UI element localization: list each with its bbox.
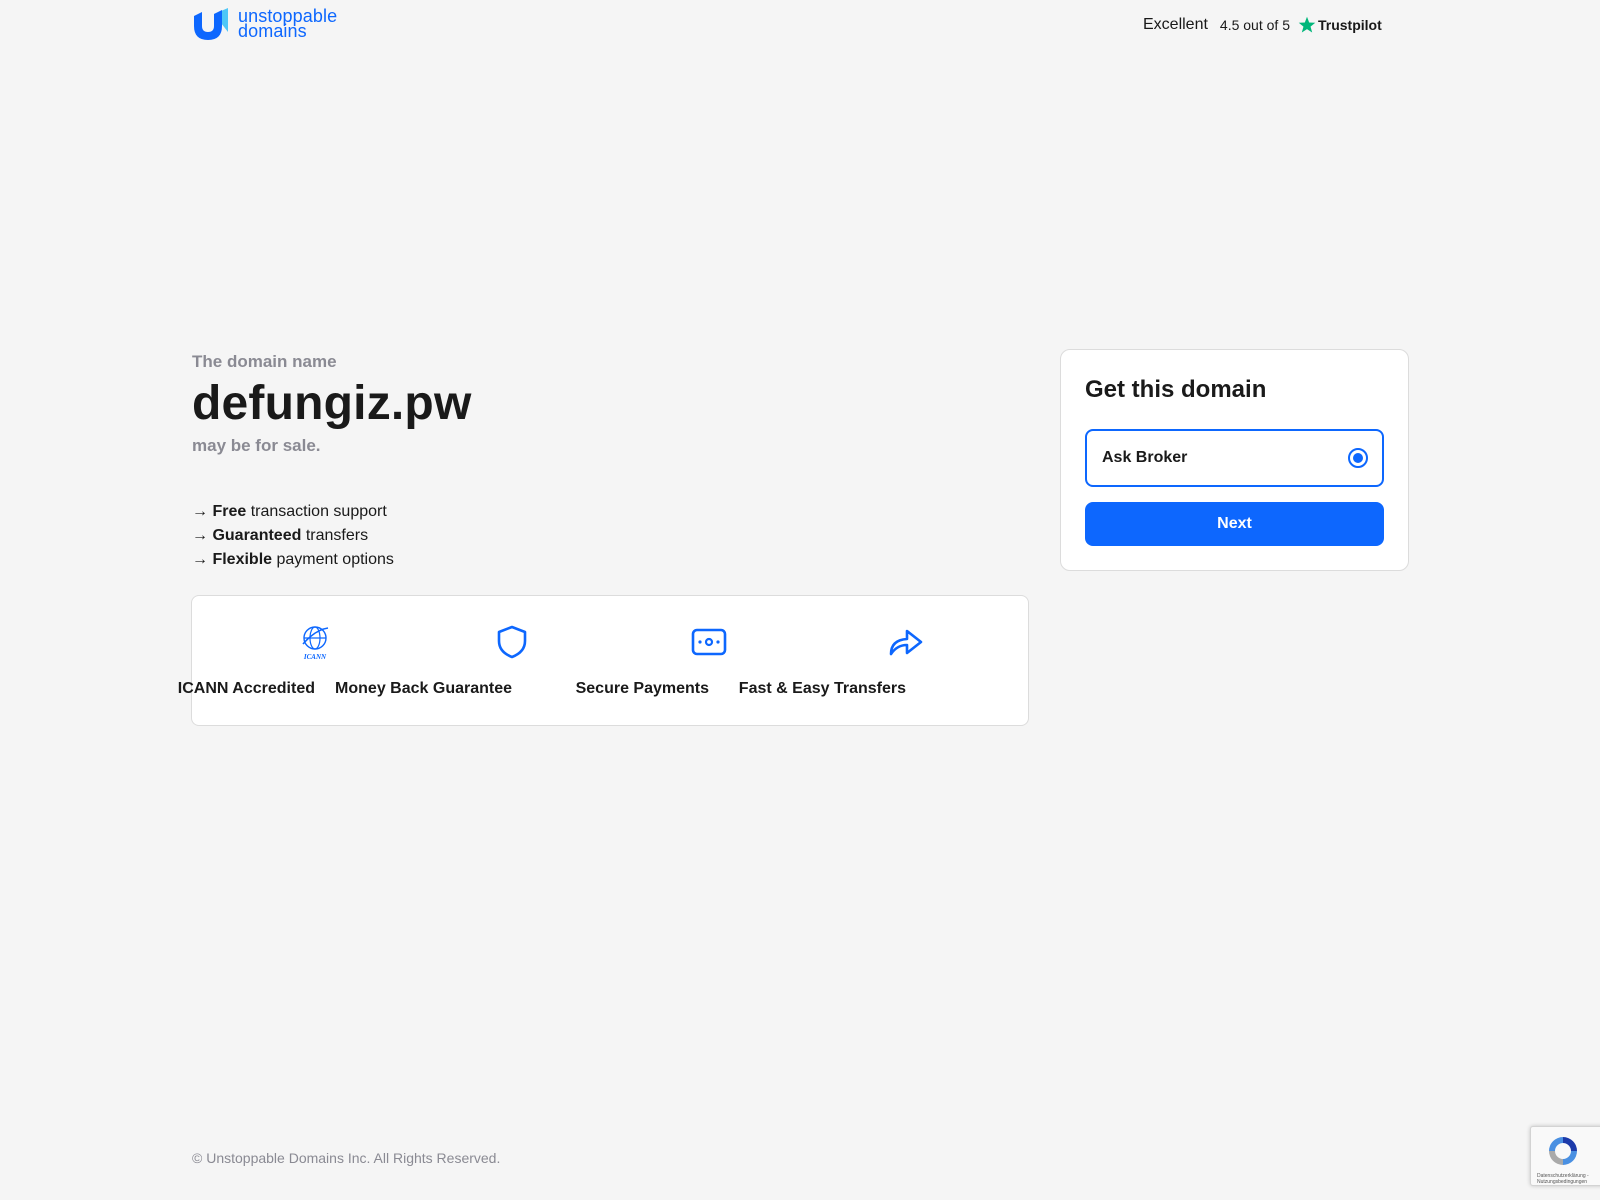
trustpilot-brand: Trustpilot — [1298, 16, 1382, 34]
badge-label: Money Back Guarantee — [335, 680, 513, 697]
trust-badges-panel: ICANN ICANN Accredited Money Back Guaran… — [178, 595, 1029, 726]
feature-arrow: → — [192, 503, 208, 520]
badge-label: ICANN Accredited — [177, 680, 315, 697]
logo-line-2: domains — [238, 21, 307, 41]
feature-item: → Guaranteed transfers — [192, 524, 394, 548]
ask-broker-option[interactable]: Ask Broker — [1085, 429, 1384, 487]
cash-icon — [689, 622, 729, 662]
recaptcha-icon — [1549, 1137, 1577, 1165]
feature-arrow: → — [192, 551, 208, 568]
feature-rest: transaction support — [250, 503, 387, 520]
shield-icon — [492, 622, 532, 662]
footer-copyright: © Unstoppable Domains Inc. All Rights Re… — [192, 1150, 501, 1166]
badge-label: Fast & Easy Transfers — [738, 680, 907, 697]
trustpilot-brand-text: Trustpilot — [1317, 17, 1382, 33]
recaptcha-line-2: Nutzungsbedingungen — [1537, 1179, 1588, 1185]
unstoppable-logo-icon — [194, 8, 228, 40]
trust-rating-text: 4.5 out of 5 — [1219, 17, 1290, 33]
domain-name-title: defungiz.pw — [192, 377, 472, 430]
trustpilot-widget[interactable]: Excellent 4.5 out of 5 Trustpilot — [1143, 16, 1382, 34]
domain-lede: The domain name — [192, 352, 337, 371]
feature-rest: transfers — [305, 527, 369, 544]
feature-item: → Free transaction support — [192, 500, 394, 524]
feature-strong: Free — [212, 503, 247, 520]
feature-rest: payment options — [276, 551, 394, 568]
logo-wordmark: unstoppable domains — [238, 7, 337, 41]
feature-arrow: → — [192, 527, 208, 544]
trustpilot-star-icon — [1298, 16, 1316, 33]
svg-text:ICANN: ICANN — [303, 653, 327, 661]
option-label: Ask Broker — [1102, 449, 1188, 466]
radio-selected-icon[interactable] — [1348, 448, 1368, 468]
recaptcha-text: Datenschutzerklärung - Nutzungsbedingung… — [1537, 1173, 1589, 1185]
get-domain-card: Get this domain Ask Broker Next — [1060, 349, 1409, 571]
badge-label: Secure Payments — [575, 680, 709, 697]
icann-globe-icon: ICANN — [295, 622, 335, 662]
sale-subtitle: may be for sale. — [192, 436, 321, 455]
brand-logo[interactable]: unstoppable domains — [192, 6, 337, 42]
next-button[interactable]: Next — [1085, 502, 1384, 546]
forward-arrow-icon — [886, 622, 926, 662]
card-title: Get this domain — [1085, 376, 1267, 403]
recaptcha-badge[interactable]: Datenschutzerklärung - Nutzungsbedingung… — [1530, 1126, 1600, 1186]
trust-excellent-label: Excellent — [1143, 16, 1208, 33]
feature-strong: Flexible — [212, 551, 273, 568]
feature-item: → Flexible payment options — [192, 548, 394, 572]
feature-strong: Guaranteed — [212, 527, 302, 544]
feature-list: → Free transaction support → Guaranteed … — [192, 500, 394, 572]
